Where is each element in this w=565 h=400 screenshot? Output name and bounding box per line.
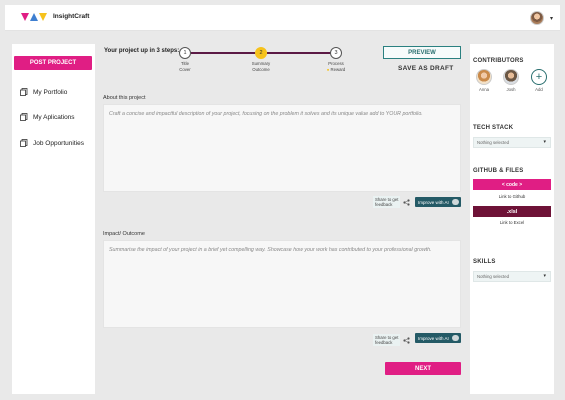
github-files-title: GITHUB & FILES	[473, 168, 524, 174]
about-label: About this project	[103, 95, 146, 101]
nav-item-label: My Aplications	[33, 113, 75, 121]
skills-select[interactable]: Nothing selected ▾	[473, 271, 551, 282]
share-text: Share to get feedback	[373, 334, 401, 347]
nav-item-my-portfolio[interactable]: My Portfolio	[20, 88, 67, 96]
step-label-bottom: ● Reward	[316, 67, 356, 73]
step-2-circle[interactable]: 2	[255, 47, 267, 59]
copy-icon	[20, 139, 28, 147]
post-project-button[interactable]: POST PROJECT	[14, 56, 92, 70]
preview-button[interactable]: PREVIEW	[383, 46, 461, 59]
right-sidebar: CONTRIBUTORS Anna Josh + Add TECH STACK …	[470, 44, 554, 394]
ai-toggle[interactable]	[452, 335, 459, 341]
copy-icon	[20, 113, 28, 121]
skills-value: Nothing selected	[477, 274, 510, 279]
step-connector	[191, 52, 257, 54]
nav-item-label: My Portfolio	[33, 88, 68, 96]
copy-icon	[20, 88, 28, 96]
step-3-circle[interactable]: 3	[330, 47, 342, 59]
improve-ai-button[interactable]: Improve with AI	[415, 333, 461, 343]
nav-item-job-opportunities[interactable]: Job Opportunities	[20, 139, 84, 147]
step-label-bottom-text: Reward	[330, 66, 346, 72]
caret-down-icon: ▾	[543, 273, 546, 279]
avatar	[503, 69, 519, 85]
excel-file-button[interactable]: .xlsl	[473, 206, 551, 217]
improve-ai-label: Improve with AI	[418, 199, 449, 205]
contributor-name: Josh	[506, 87, 516, 92]
contributors-title: CONTRIBUTORS	[473, 58, 524, 64]
contributor-name: Anna	[478, 87, 490, 92]
steps-title: Your project up in 3 steps:	[104, 48, 180, 54]
step-1-label: Title Cover	[165, 61, 205, 72]
github-code-button[interactable]: < code >	[473, 179, 551, 190]
tech-stack-select[interactable]: Nothing selected ▾	[473, 137, 551, 148]
share-icon	[403, 199, 411, 206]
left-sidebar: POST PROJECT My Portfolio My Aplications…	[12, 44, 95, 394]
share-line: feedback	[375, 340, 393, 346]
caret-down-icon: ▾	[543, 139, 546, 145]
share-text: Share to get feedback	[373, 196, 401, 209]
step-label-bottom: Cover	[179, 66, 191, 72]
share-icon	[403, 337, 411, 344]
ai-toggle[interactable]	[452, 199, 459, 205]
step-2-label: Summary Outcome	[241, 61, 281, 72]
save-draft-button[interactable]: SAVE AS DRAFT	[398, 65, 454, 72]
about-textarea[interactable]: Craft a concise and impactful descriptio…	[103, 104, 461, 192]
plus-icon[interactable]: +	[531, 69, 547, 85]
next-button[interactable]: NEXT	[385, 362, 461, 375]
user-avatar[interactable]	[530, 11, 544, 25]
step-label-bottom: Outcome	[252, 66, 270, 72]
dot-icon: ●	[326, 66, 330, 72]
chevron-down-icon[interactable]: ▾	[550, 15, 553, 22]
share-line: feedback	[375, 202, 393, 208]
add-contributor[interactable]: + Add	[531, 69, 547, 92]
share-feedback[interactable]: Share to get feedback	[373, 334, 411, 347]
top-header: InsightCraft ▾	[5, 5, 560, 31]
main-editor: Your project up in 3 steps: 1 2 3 Title …	[100, 44, 466, 394]
avatar	[476, 69, 492, 85]
impact-label: Impact/ Outcome	[103, 231, 145, 237]
logo-icon	[21, 13, 47, 21]
contributor-josh[interactable]: Josh	[503, 69, 519, 92]
excel-link-label[interactable]: Link to Excel	[473, 220, 551, 225]
improve-ai-button[interactable]: Improve with AI	[415, 197, 461, 207]
impact-textarea[interactable]: Summarise the impact of your project in …	[103, 240, 461, 328]
add-label: Add	[535, 87, 543, 92]
skills-title: SKILLS	[473, 259, 496, 265]
contributor-anna[interactable]: Anna	[476, 69, 492, 92]
nav-item-label: Job Opportunities	[33, 139, 84, 147]
github-link-label[interactable]: Link to Github	[473, 194, 551, 199]
improve-ai-label: Improve with AI	[418, 335, 449, 341]
brand-name: InsightCraft	[53, 13, 90, 20]
tech-stack-value: Nothing selected	[477, 140, 510, 145]
step-3-label: Process ● Reward	[316, 61, 356, 72]
step-connector	[267, 52, 331, 54]
tech-stack-title: TECH STACK	[473, 125, 514, 131]
share-feedback[interactable]: Share to get feedback	[373, 196, 411, 209]
step-1-circle[interactable]: 1	[179, 47, 191, 59]
nav-item-my-applications[interactable]: My Aplications	[20, 113, 75, 121]
